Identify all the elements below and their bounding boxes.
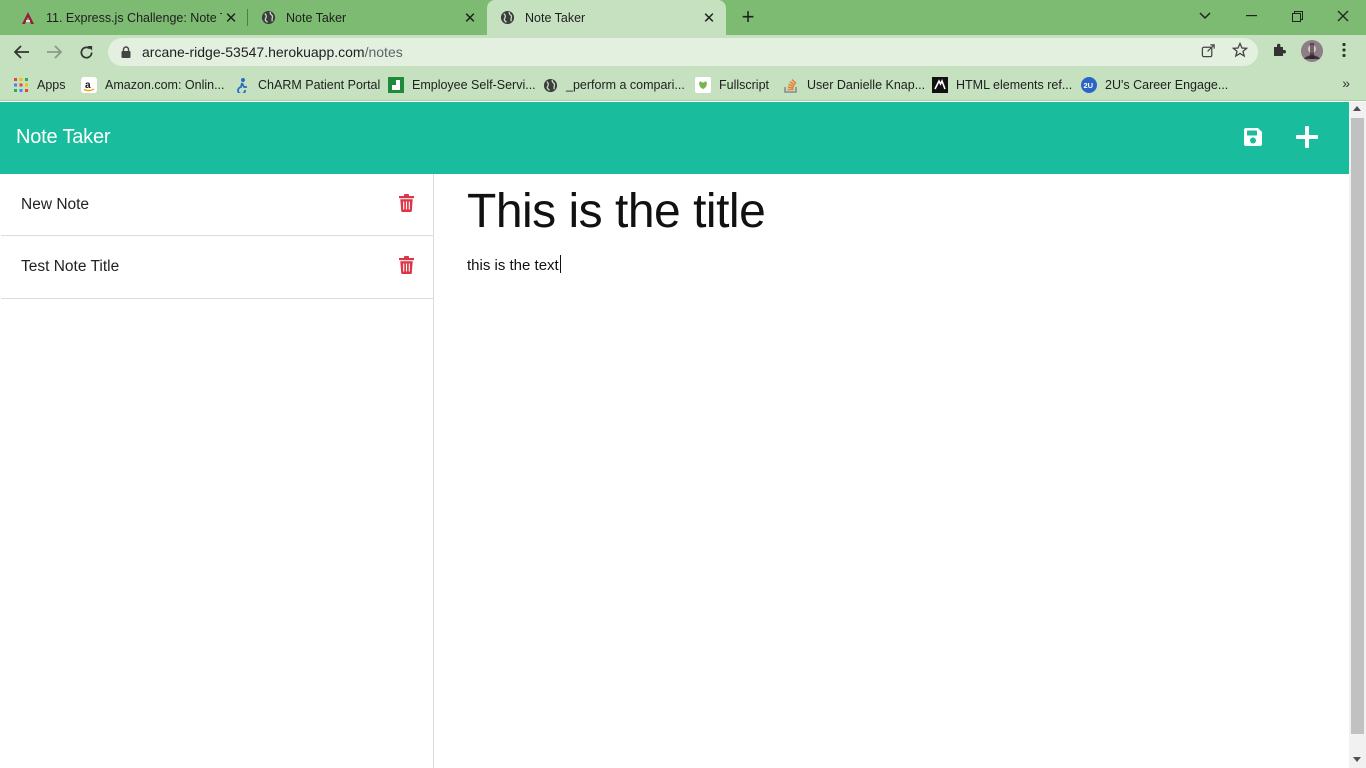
avatar[interactable] xyxy=(1301,40,1323,62)
list-item[interactable]: Test Note Title xyxy=(1,236,433,299)
notes-list: New Note Test Note Title xyxy=(1,174,434,768)
employee-icon xyxy=(388,77,404,93)
bookmark-mdn[interactable]: HTML elements ref... xyxy=(932,75,1072,95)
canvas-a-icon xyxy=(20,10,36,26)
text-caret xyxy=(559,255,561,273)
scroll-thumb[interactable] xyxy=(1351,118,1364,734)
fullscript-icon xyxy=(695,77,711,93)
more-menu-icon[interactable] xyxy=(1335,41,1353,59)
tab-title: Note Taker xyxy=(525,10,586,25)
browser-tab-strip: 11. Express.js Challenge: Note Tak ✕ Not… xyxy=(0,0,1366,35)
note-editor: this is the text xyxy=(435,174,1349,768)
browser-tab[interactable]: Note Taker ✕ xyxy=(248,0,487,35)
browser-tab-active[interactable]: Note Taker ✕ xyxy=(487,0,726,35)
page: Note Taker New Note Test Note Title This… xyxy=(0,102,1349,768)
globe-icon xyxy=(499,10,515,26)
url-path: /notes xyxy=(364,44,403,60)
close-window-button[interactable] xyxy=(1320,0,1366,32)
app-navbar: Note Taker xyxy=(0,102,1349,174)
new-tab-button[interactable]: + xyxy=(737,6,759,28)
save-note-button[interactable] xyxy=(1240,124,1266,150)
bookmark-label: _perform a compari... xyxy=(566,78,685,92)
trash-icon[interactable] xyxy=(398,193,414,213)
note-text-area[interactable]: this is the text xyxy=(467,255,1307,274)
svg-text:2U: 2U xyxy=(1084,81,1094,90)
bookmark-2u[interactable]: 2U 2U's Career Engage... xyxy=(1081,75,1228,95)
tab-title: 11. Express.js Challenge: Note Tak xyxy=(46,10,222,25)
bookmark-label: User Danielle Knap... xyxy=(807,78,926,92)
browser-tab[interactable]: 11. Express.js Challenge: Note Tak ✕ xyxy=(0,0,248,35)
note-list-title: New Note xyxy=(21,195,90,213)
bookmark-label: ChARM Patient Portal xyxy=(258,78,381,92)
bookmark-fullscript[interactable]: Fullscript xyxy=(695,75,769,95)
trash-icon[interactable] xyxy=(398,255,414,275)
2u-icon: 2U xyxy=(1081,77,1097,93)
plus-icon xyxy=(1296,126,1318,148)
browser-toolbar: arcane-ridge-53547.herokuapp.com/notes xyxy=(0,35,1366,69)
charm-icon xyxy=(234,77,250,93)
new-note-button[interactable] xyxy=(1294,124,1320,150)
tab-title: Note Taker xyxy=(286,10,347,25)
svg-text:a: a xyxy=(85,80,91,91)
bookmark-label: 2U's Career Engage... xyxy=(1105,78,1229,92)
mdn-icon xyxy=(932,77,948,93)
globe-icon xyxy=(542,77,558,93)
bookmark-label: HTML elements ref... xyxy=(956,78,1073,92)
bookmark-charm[interactable]: ChARM Patient Portal xyxy=(234,75,380,95)
address-bar[interactable]: arcane-ridge-53547.herokuapp.com/notes xyxy=(108,38,1258,66)
page-scrollbar[interactable] xyxy=(1349,102,1366,768)
bookmark-label: Employee Self-Servi... xyxy=(412,78,536,92)
more-bookmarks-icon[interactable]: » xyxy=(1342,75,1350,91)
bookmark-label: Amazon.com: Onlin... xyxy=(105,78,225,92)
lock-icon xyxy=(120,45,132,59)
stackoverflow-icon xyxy=(783,77,799,93)
tab-search-icon[interactable] xyxy=(1182,0,1228,32)
amazon-icon: a xyxy=(81,77,97,93)
bookmark-label: Fullscript xyxy=(719,78,770,92)
close-tab-icon[interactable]: ✕ xyxy=(700,9,718,27)
bookmark-star-icon[interactable] xyxy=(1231,41,1249,59)
url-host: arcane-ridge-53547.herokuapp.com xyxy=(142,44,365,60)
scroll-down-arrow-icon[interactable] xyxy=(1353,757,1361,762)
bookmarks-bar: Apps a Amazon.com: Onlin... ChARM Patien… xyxy=(0,69,1366,101)
share-icon[interactable] xyxy=(1199,41,1217,59)
app-brand[interactable]: Note Taker xyxy=(16,126,111,149)
restore-button[interactable] xyxy=(1274,0,1320,32)
back-button[interactable] xyxy=(9,39,35,65)
close-tab-icon[interactable]: ✕ xyxy=(222,9,240,27)
bookmark-stackoverflow[interactable]: User Danielle Knap... xyxy=(783,75,925,95)
extensions-icon[interactable] xyxy=(1270,41,1288,59)
bookmark-employee[interactable]: Employee Self-Servi... xyxy=(388,75,536,95)
bookmark-perform[interactable]: _perform a compari... xyxy=(542,75,685,95)
note-list-title: Test Note Title xyxy=(21,258,120,275)
list-item[interactable]: New Note xyxy=(1,174,433,236)
bookmark-apps[interactable]: Apps xyxy=(13,75,66,95)
minimize-button[interactable] xyxy=(1228,0,1274,32)
note-text-content: this is the text xyxy=(467,257,559,274)
bookmark-label: Apps xyxy=(37,78,66,92)
close-tab-icon[interactable]: ✕ xyxy=(461,9,479,27)
scroll-up-arrow-icon[interactable] xyxy=(1353,106,1361,111)
note-title-input[interactable] xyxy=(467,184,1307,239)
bookmark-amazon[interactable]: a Amazon.com: Onlin... xyxy=(81,75,225,95)
save-icon xyxy=(1244,128,1262,146)
reload-button[interactable] xyxy=(73,39,99,65)
apps-grid-icon xyxy=(13,77,29,93)
forward-button[interactable] xyxy=(41,39,67,65)
globe-icon xyxy=(260,10,276,26)
